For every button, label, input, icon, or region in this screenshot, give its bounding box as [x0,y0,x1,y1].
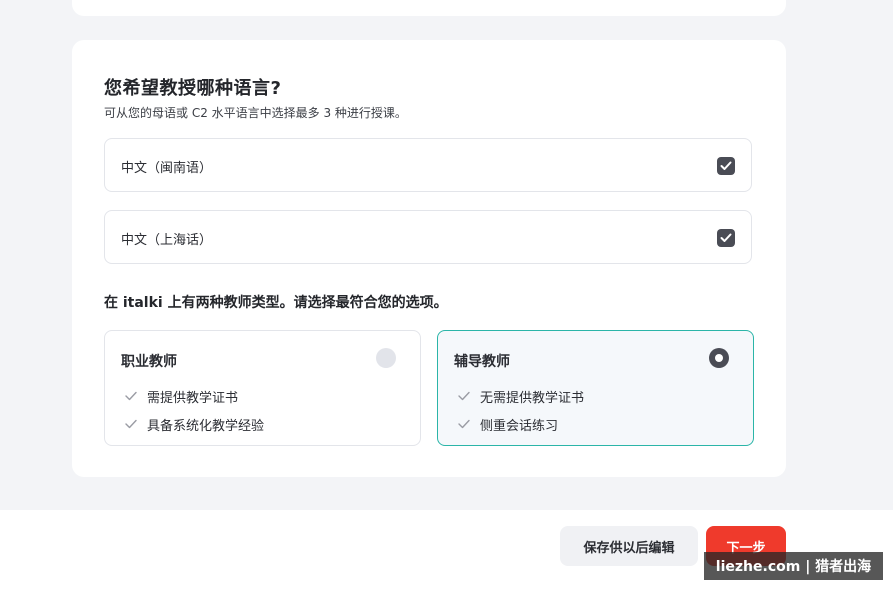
language-option-minnan[interactable]: 中文（闽南语） [104,138,752,192]
language-question-title: 您希望教授哪种语言? [104,78,282,99]
language-option-shanghainese[interactable]: 中文（上海话） [104,210,752,264]
check-icon [458,419,470,429]
language-question-subtitle: 可从您的母语或 C2 水平语言中选择最多 3 种进行授课。 [104,106,407,120]
check-icon [125,391,137,401]
save-for-later-button[interactable]: 保存供以后编辑 [560,526,698,566]
feature-text: 具备系统化教学经验 [147,418,265,434]
feature-item: 具备系统化教学经验 [125,415,265,434]
check-icon [125,419,137,429]
feature-text: 需提供教学证书 [147,390,239,406]
site-watermark: liezhe.com | 猎者出海 [704,552,883,580]
teacher-type-name: 辅导教师 [454,354,510,370]
radio-selected-icon[interactable] [709,348,729,368]
check-icon [458,391,470,401]
teacher-type-professional[interactable]: 职业教师 需提供教学证书 具备系统化教学经验 [104,330,421,446]
radio-unselected-icon[interactable] [376,348,396,368]
teacher-type-tutor[interactable]: 辅导教师 无需提供教学证书 侧重会话练习 [437,330,754,446]
feature-item: 需提供教学证书 [125,387,239,406]
checkbox-checked-icon[interactable] [717,157,735,175]
language-option-label: 中文（闽南语） [121,161,213,176]
teacher-type-title: 在 italki 上有两种教师类型。请选择最符合您的选项。 [104,295,448,311]
feature-text: 无需提供教学证书 [480,390,585,406]
teacher-type-name: 职业教师 [121,354,177,370]
previous-section-card [72,0,786,16]
feature-item: 无需提供教学证书 [458,387,585,406]
language-option-label: 中文（上海话） [121,233,213,248]
feature-text: 侧重会话练习 [480,418,559,434]
feature-item: 侧重会话练习 [458,415,559,434]
page: 您希望教授哪种语言? 可从您的母语或 C2 水平语言中选择最多 3 种进行授课。… [0,0,893,590]
checkbox-checked-icon[interactable] [717,229,735,247]
language-section-card: 您希望教授哪种语言? 可从您的母语或 C2 水平语言中选择最多 3 种进行授课。… [72,40,786,477]
